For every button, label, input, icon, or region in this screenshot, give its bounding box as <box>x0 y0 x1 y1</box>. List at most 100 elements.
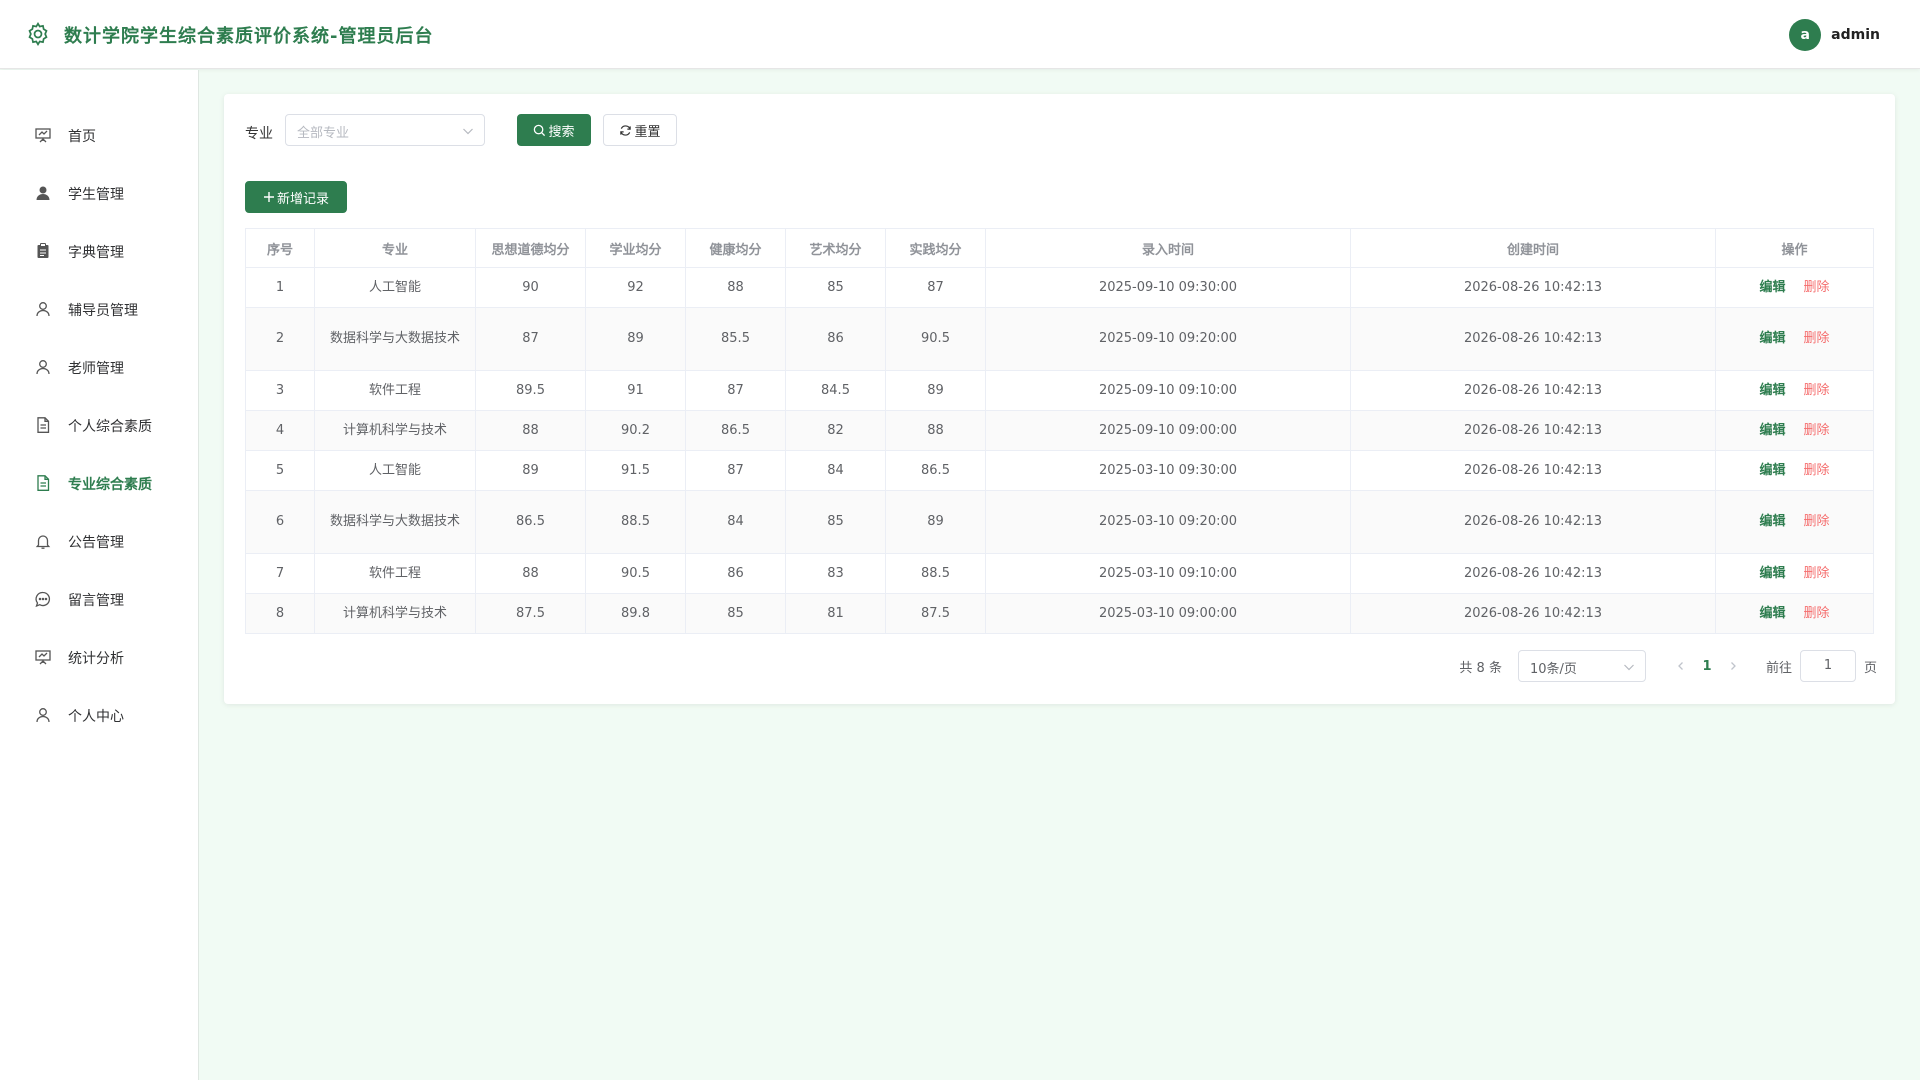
delete-link[interactable]: 删除 <box>1804 606 1830 621</box>
cell-actions: 编辑 删除 <box>1715 553 1874 594</box>
cell-health-avg: 86 <box>685 553 786 594</box>
cell-academic-avg: 91 <box>585 370 686 411</box>
edit-link[interactable]: 编辑 <box>1759 463 1785 478</box>
edit-link[interactable]: 编辑 <box>1759 331 1785 346</box>
cell-actions: 编辑 删除 <box>1715 450 1874 491</box>
edit-link[interactable]: 编辑 <box>1759 606 1785 621</box>
page-size-value: 10条/页 <box>1529 662 1577 677</box>
cell-created-time: 2026-08-26 10:42:13 <box>1350 593 1716 634</box>
cell-art-avg: 82 <box>785 410 886 451</box>
cell-practice-avg: 90.5 <box>885 307 986 371</box>
goto-page-input[interactable]: 1 <box>1799 650 1856 682</box>
cell-index: 3 <box>245 370 315 411</box>
sidebar-item-announcements[interactable]: 公告管理 <box>0 521 198 561</box>
cell-art-avg: 85 <box>785 490 886 554</box>
cell-practice-avg: 88.5 <box>885 553 986 594</box>
column-header: 健康均分 <box>685 228 786 268</box>
cell-index: 2 <box>245 307 315 371</box>
chat-bubble-icon <box>35 591 51 608</box>
cell-health-avg: 86.5 <box>685 410 786 451</box>
sidebar-item-statistics[interactable]: 统计分析 <box>0 637 198 677</box>
sidebar-item-label: 首页 <box>68 129 96 145</box>
sidebar-item-messages[interactable]: 留言管理 <box>0 579 198 619</box>
current-page[interactable]: 1 <box>1692 659 1722 674</box>
delete-link[interactable]: 删除 <box>1804 566 1830 581</box>
delete-link[interactable]: 删除 <box>1804 331 1830 346</box>
column-header: 录入时间 <box>985 228 1351 268</box>
cell-actions: 编辑 删除 <box>1715 490 1874 554</box>
edit-link[interactable]: 编辑 <box>1759 423 1785 438</box>
sidebar-item-label: 个人中心 <box>68 709 124 725</box>
pagination-total: 共 8 条 <box>1459 660 1502 676</box>
user-outline-icon <box>36 708 50 723</box>
delete-link[interactable]: 删除 <box>1804 463 1830 478</box>
cell-entry-time: 2025-03-10 09:20:00 <box>985 490 1351 554</box>
chevron-down-icon <box>1624 664 1634 671</box>
cell-art-avg: 84.5 <box>785 370 886 411</box>
sidebar-item-home[interactable]: 首页 <box>0 115 198 155</box>
cell-moral-avg: 88 <box>475 410 586 451</box>
chevron-right-icon <box>1731 662 1736 670</box>
sidebar-item-dictionary[interactable]: 字典管理 <box>0 231 198 271</box>
next-page-button[interactable] <box>1722 655 1744 677</box>
cell-major: 人工智能 <box>314 450 476 491</box>
cell-moral-avg: 89 <box>475 450 586 491</box>
user-menu[interactable]: a admin <box>1789 19 1880 51</box>
cell-actions: 编辑 删除 <box>1715 410 1874 451</box>
sidebar-item-students[interactable]: 学生管理 <box>0 173 198 213</box>
clipboard-icon <box>37 243 49 258</box>
cell-index: 7 <box>245 553 315 594</box>
cell-entry-time: 2025-09-10 09:20:00 <box>985 307 1351 371</box>
cell-practice-avg: 86.5 <box>885 450 986 491</box>
prev-page-button[interactable] <box>1670 655 1692 677</box>
cell-created-time: 2026-08-26 10:42:13 <box>1350 450 1716 491</box>
user-filled-icon <box>36 186 50 200</box>
cell-index: 4 <box>245 410 315 451</box>
edit-link[interactable]: 编辑 <box>1759 566 1785 581</box>
major-filter-label: 专业 <box>245 126 273 142</box>
edit-link[interactable]: 编辑 <box>1759 280 1785 295</box>
refresh-icon <box>620 124 632 136</box>
cell-created-time: 2026-08-26 10:42:13 <box>1350 410 1716 451</box>
goto-label: 前往 <box>1765 660 1792 676</box>
cell-art-avg: 84 <box>785 450 886 491</box>
delete-link[interactable]: 删除 <box>1804 423 1830 438</box>
cell-entry-time: 2025-09-10 09:10:00 <box>985 370 1351 411</box>
content-card: 专业 全部专业 搜索 重置 新增记录 序号 专业 思想道德均分 学业均分 健康均… <box>224 94 1895 704</box>
delete-link[interactable]: 删除 <box>1804 514 1830 529</box>
username[interactable]: admin <box>1831 27 1880 43</box>
table-row: 3 软件工程 89.5 91 87 84.5 89 2025-09-10 09:… <box>245 370 1874 411</box>
avatar[interactable]: a <box>1789 19 1822 51</box>
cell-created-time: 2026-08-26 10:42:13 <box>1350 370 1716 411</box>
chevron-down-icon <box>463 128 473 135</box>
cell-index: 8 <box>245 593 315 634</box>
search-button-label: 搜索 <box>548 124 575 140</box>
search-button[interactable]: 搜索 <box>517 114 591 146</box>
edit-link[interactable]: 编辑 <box>1759 383 1785 398</box>
sidebar-item-teachers[interactable]: 老师管理 <box>0 347 198 387</box>
delete-link[interactable]: 删除 <box>1804 383 1830 398</box>
plus-icon <box>263 192 274 202</box>
cell-moral-avg: 89.5 <box>475 370 586 411</box>
column-header: 序号 <box>245 228 315 268</box>
delete-link[interactable]: 删除 <box>1804 280 1830 295</box>
page-size-select[interactable]: 10条/页 <box>1517 650 1646 682</box>
sidebar-item-profile[interactable]: 个人中心 <box>0 695 198 735</box>
major-select[interactable]: 全部专业 <box>285 114 485 146</box>
cell-moral-avg: 88 <box>475 553 586 594</box>
sidebar-item-label: 留言管理 <box>68 593 124 609</box>
reset-button[interactable]: 重置 <box>603 114 677 146</box>
sidebar-item-major-quality[interactable]: 专业综合素质 <box>0 463 198 503</box>
sidebar-item-personal-quality[interactable]: 个人综合素质 <box>0 405 198 445</box>
cell-health-avg: 87 <box>685 450 786 491</box>
cell-academic-avg: 88.5 <box>585 490 686 554</box>
cell-art-avg: 81 <box>785 593 886 634</box>
user-outline-icon <box>36 360 50 375</box>
cell-major: 人工智能 <box>314 267 476 308</box>
sidebar-item-label: 老师管理 <box>68 361 124 377</box>
cell-entry-time: 2025-09-10 09:00:00 <box>985 410 1351 451</box>
add-record-button[interactable]: 新增记录 <box>245 181 347 213</box>
cell-academic-avg: 90.5 <box>585 553 686 594</box>
sidebar-item-counselors[interactable]: 辅导员管理 <box>0 289 198 329</box>
edit-link[interactable]: 编辑 <box>1759 514 1785 529</box>
